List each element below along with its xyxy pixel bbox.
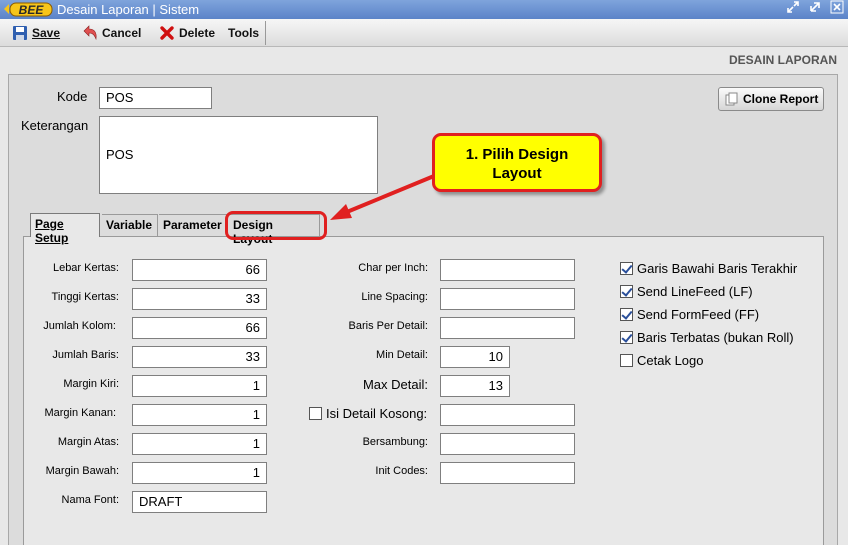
annotation-line1: 1. Pilih Design [465, 146, 569, 163]
init-codes-label: Init Codes: [375, 465, 428, 477]
margin-kanan-label: Margin Kanan: [44, 407, 116, 419]
tools-label: Tools [228, 26, 260, 40]
tools-menu[interactable]: Tools [228, 23, 259, 43]
keterangan-label: Keterangan [21, 118, 89, 133]
baris-terbatas-checkbox[interactable] [620, 331, 633, 344]
baris-per-detail-field[interactable] [440, 317, 575, 339]
cetak-logo-checkbox[interactable] [620, 354, 633, 367]
delete-label: Delete [179, 26, 216, 40]
toolbar-divider [265, 21, 266, 45]
tab-label: Variable [106, 218, 153, 232]
delete-x-icon [160, 26, 174, 40]
cancel-label: Cancel [102, 26, 142, 40]
margin-kanan-field[interactable]: 1 [132, 404, 267, 426]
floppy-disk-icon [13, 26, 27, 40]
lebar-kertas-label: Lebar Kertas: [52, 262, 119, 274]
send-formfeed-checkbox[interactable] [620, 308, 633, 321]
nama-font-label: Nama Font: [61, 494, 119, 506]
jumlah-kolom-field[interactable]: 66 [132, 317, 267, 339]
send-linefeed-label: Send LineFeed (LF) [637, 284, 753, 299]
garis-bawahi-checkbox[interactable] [620, 262, 633, 275]
jumlah-baris-field[interactable]: 33 [132, 346, 267, 368]
kode-label: Kode [57, 89, 88, 104]
margin-kiri-field[interactable]: 1 [132, 375, 267, 397]
nama-font-field[interactable]: DRAFT [132, 491, 267, 513]
title-bar: BEE Desain Laporan | Sistem [0, 0, 848, 19]
margin-bawah-label: Margin Bawah: [45, 465, 119, 477]
tab-parameter[interactable]: Parameter [159, 214, 227, 236]
kode-field[interactable]: POS [99, 87, 212, 109]
window-title: Desain Laporan | Sistem [57, 2, 200, 17]
min-detail-field[interactable]: 10 [440, 346, 510, 368]
line-spacing-label: Line Spacing: [361, 291, 428, 303]
close-icon[interactable] [828, 0, 846, 17]
isi-detail-kosong-label: Isi Detail Kosong: [326, 406, 428, 421]
clone-report-button[interactable]: Clone Report [718, 87, 824, 111]
char-per-inch-field[interactable] [440, 259, 575, 281]
page-title: DESAIN LAPORAN [728, 53, 837, 67]
send-linefeed-checkbox[interactable] [620, 285, 633, 298]
margin-atas-field[interactable]: 1 [132, 433, 267, 455]
jumlah-kolom-label: Jumlah Kolom: [43, 320, 116, 332]
line-spacing-field[interactable] [440, 288, 575, 310]
send-formfeed-label: Send FormFeed (FF) [637, 307, 760, 322]
toolbar: Save Cancel Delete Tools [0, 19, 848, 47]
cancel-button[interactable]: Cancel [82, 23, 141, 43]
tab-variable[interactable]: Variable [102, 214, 158, 236]
delete-button[interactable]: Delete [159, 23, 215, 43]
tab-label: Parameter [163, 218, 222, 232]
lebar-kertas-field[interactable]: 66 [132, 259, 267, 281]
margin-atas-label: Margin Atas: [57, 436, 119, 448]
clone-report-label: Clone Report [743, 92, 819, 106]
bersambung-field[interactable] [440, 433, 575, 455]
design-layout-highlight [225, 211, 327, 240]
jumlah-baris-label: Jumlah Baris: [52, 349, 119, 361]
annotation-arrow [330, 174, 435, 220]
annotation-callout: 1. Pilih Design Layout [432, 133, 602, 192]
baris-per-detail-label: Baris Per Detail: [348, 320, 428, 332]
min-detail-label: Min Detail: [376, 349, 428, 361]
bee-logo-icon: BEE [4, 2, 53, 17]
undo-arrow-icon [83, 25, 97, 41]
margin-bawah-field[interactable]: 1 [132, 462, 267, 484]
tinggi-kertas-label: Tinggi Kertas: [51, 291, 119, 303]
init-codes-field[interactable] [440, 462, 575, 484]
max-detail-field[interactable]: 13 [440, 375, 510, 397]
save-button[interactable]: Save [12, 23, 60, 43]
annotation-line2: Layout [492, 165, 542, 182]
isi-detail-kosong-checkbox[interactable] [309, 407, 322, 420]
restore-icon[interactable] [784, 0, 802, 17]
copy-icon [725, 92, 738, 106]
tinggi-kertas-field[interactable]: 33 [132, 288, 267, 310]
margin-kiri-label: Margin Kiri: [63, 378, 119, 390]
max-detail-label: Max Detail: [362, 377, 428, 392]
baris-terbatas-label: Baris Terbatas (bukan Roll) [637, 330, 794, 345]
garis-bawahi-label: Garis Bawahi Baris Terakhir [637, 261, 798, 276]
char-per-inch-label: Char per Inch: [358, 262, 428, 274]
tab-page-setup[interactable]: Page Setup [30, 213, 100, 245]
tab-label: Page Setup [35, 217, 69, 245]
svg-text:BEE: BEE [19, 3, 45, 17]
cetak-logo-label: Cetak Logo [637, 353, 704, 368]
save-label: Save [32, 26, 61, 40]
maximize-icon[interactable] [806, 0, 824, 17]
bersambung-label: Bersambung: [362, 436, 428, 448]
isi-detail-kosong-field[interactable] [440, 404, 575, 426]
